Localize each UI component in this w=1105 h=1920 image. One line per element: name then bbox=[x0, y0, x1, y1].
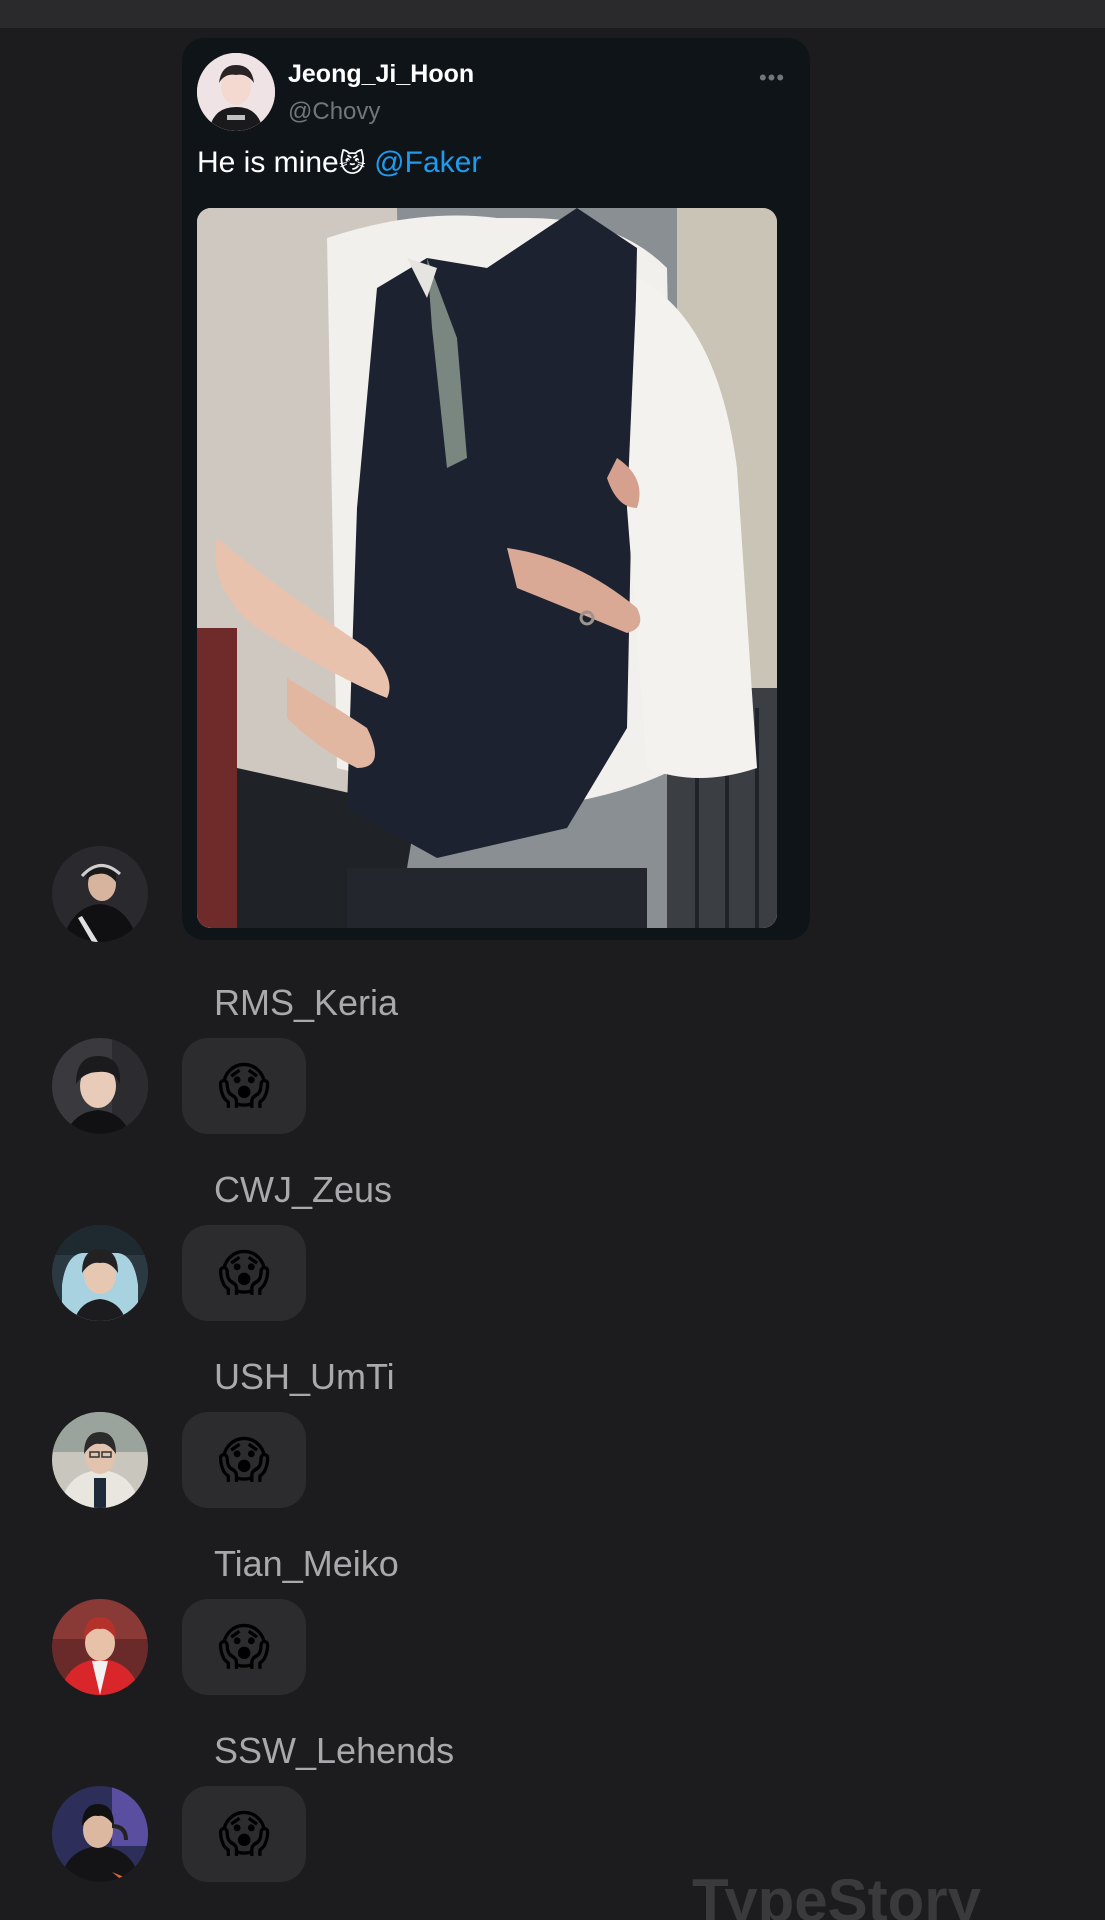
tweet-mention-link[interactable]: @Faker bbox=[374, 146, 481, 179]
sender-avatar[interactable] bbox=[52, 1225, 148, 1321]
sender-avatar-image bbox=[52, 1412, 148, 1508]
sender-avatar[interactable] bbox=[52, 1412, 148, 1508]
sender-name: CWJ_Zeus bbox=[214, 1169, 393, 1210]
sender-name: Tian_Meiko bbox=[214, 1543, 399, 1584]
shared-tweet-card[interactable]: Jeong_Ji_Hoon @Chovy ••• He is mine😼 @Fa… bbox=[182, 38, 810, 940]
reaction-bubble[interactable]: 😱 bbox=[182, 1412, 306, 1508]
sender-avatar[interactable] bbox=[52, 1038, 148, 1134]
reaction-emoji: 😱 bbox=[217, 1058, 271, 1114]
reaction-bubble[interactable]: 😱 bbox=[182, 1038, 306, 1134]
reaction-bubble[interactable]: 😱 bbox=[182, 1599, 306, 1695]
tweet-photo-image bbox=[197, 208, 777, 928]
reaction-emoji: 😱 bbox=[217, 1432, 271, 1488]
top-bar bbox=[0, 0, 1105, 28]
sender-name: USH_UmTi bbox=[214, 1356, 395, 1397]
sender-name: RMS_Keria bbox=[214, 982, 399, 1023]
more-horizontal-icon[interactable]: ••• bbox=[752, 67, 792, 89]
tweet-author-avatar[interactable] bbox=[197, 53, 275, 131]
reaction-bubble[interactable]: 😱 bbox=[182, 1225, 306, 1321]
tweet-text: He is mine😼 @Faker bbox=[197, 146, 481, 180]
tweet-sender-avatar[interactable] bbox=[52, 846, 148, 942]
sender-name: SSW_Lehends bbox=[214, 1730, 455, 1771]
tweet-author-avatar-image bbox=[197, 53, 275, 131]
sender-avatar[interactable] bbox=[52, 1599, 148, 1695]
tweet-photo[interactable] bbox=[197, 208, 777, 928]
sender-avatar[interactable] bbox=[52, 1786, 148, 1882]
tweet-author-handle[interactable]: @Chovy bbox=[288, 98, 380, 126]
reaction-emoji: 😱 bbox=[217, 1619, 271, 1675]
sender-avatar-image bbox=[52, 1038, 148, 1134]
reaction-bubble[interactable]: 😱 bbox=[182, 1786, 306, 1882]
tweet-sender-avatar-image bbox=[52, 846, 148, 942]
tweet-emoji: 😼 bbox=[338, 148, 366, 178]
reaction-emoji: 😱 bbox=[217, 1806, 271, 1862]
sender-avatar-image bbox=[52, 1225, 148, 1321]
reaction-emoji: 😱 bbox=[217, 1245, 271, 1301]
sender-avatar-image bbox=[52, 1786, 148, 1882]
sender-avatar-image bbox=[52, 1599, 148, 1695]
tweet-author-name[interactable]: Jeong_Ji_Hoon bbox=[288, 60, 474, 89]
chat-screen: Jeong_Ji_Hoon @Chovy ••• He is mine😼 @Fa… bbox=[0, 0, 1105, 1920]
tweet-body: He is mine bbox=[197, 146, 339, 179]
watermark: TypeStory bbox=[692, 1867, 981, 1920]
